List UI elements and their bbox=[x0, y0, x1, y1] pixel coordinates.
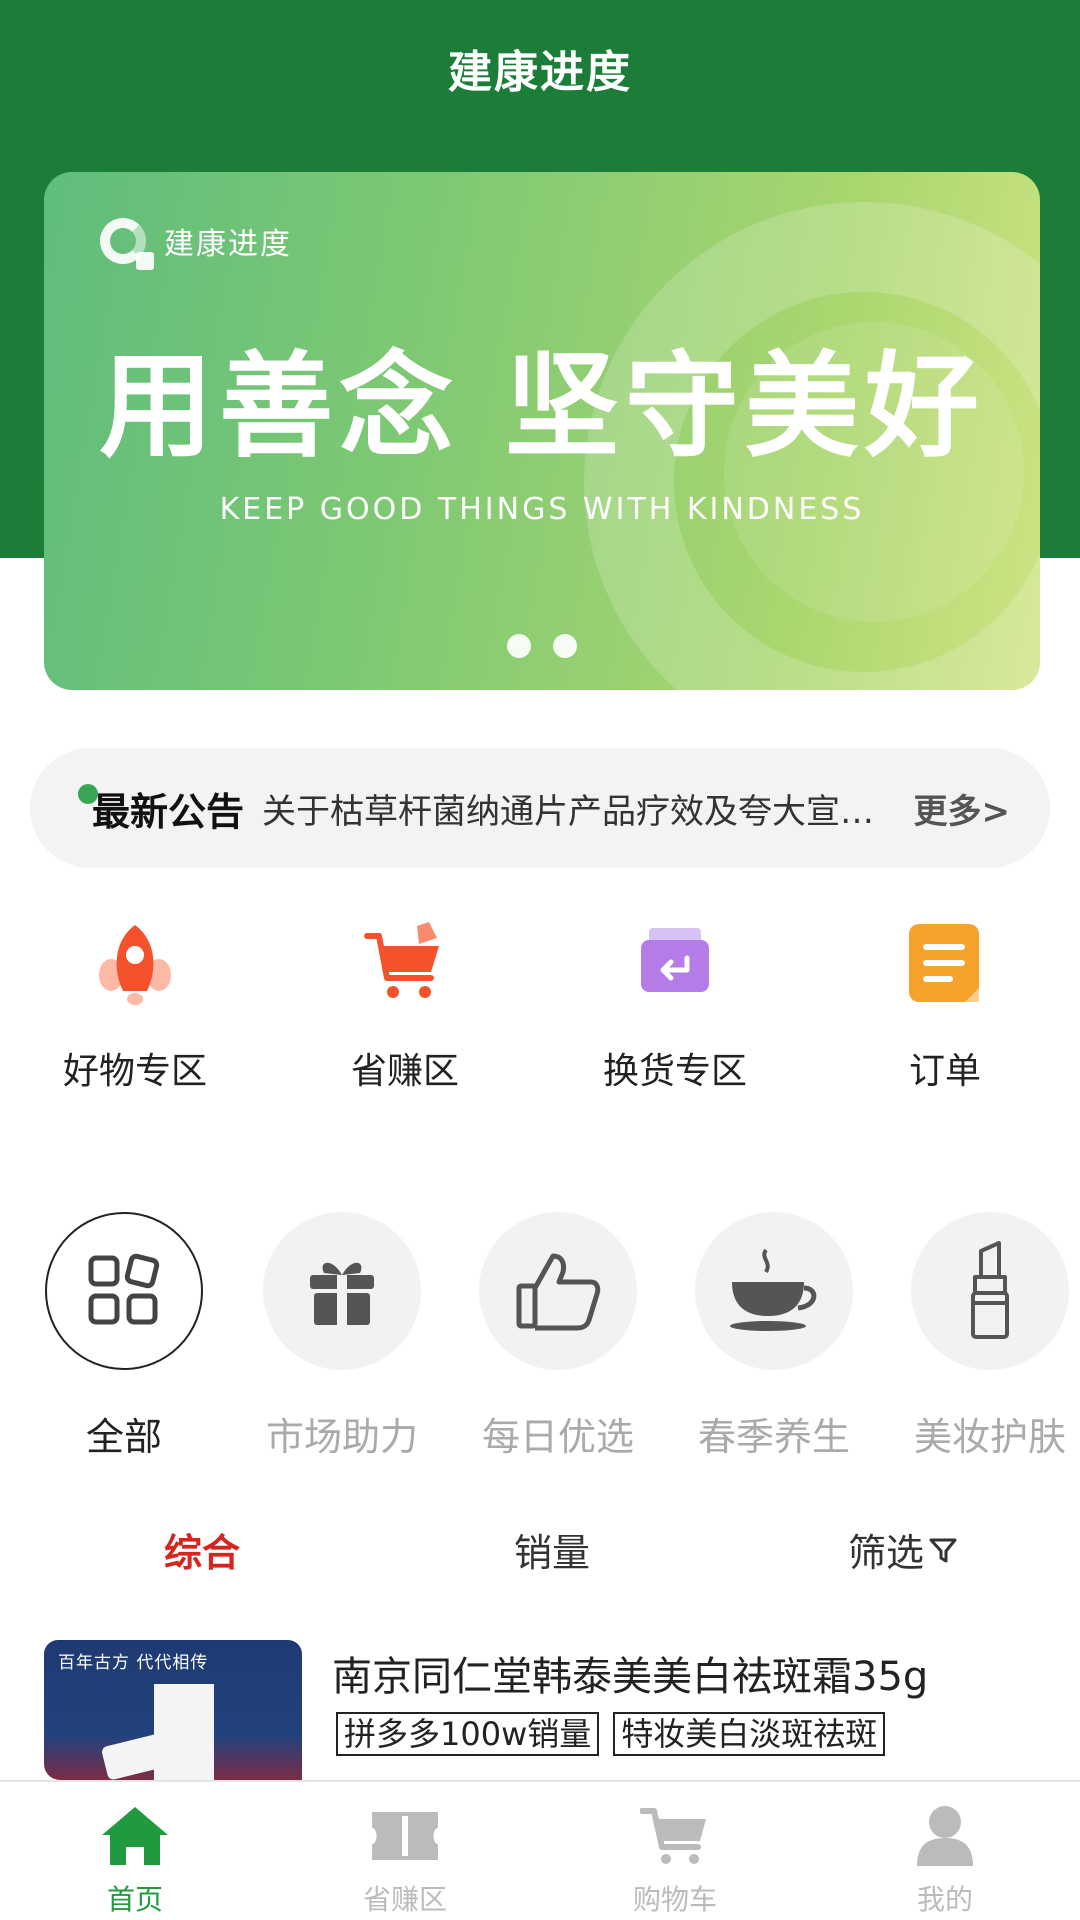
home-icon bbox=[99, 1804, 171, 1868]
category-spring-wellness[interactable]: 春季养生 bbox=[694, 1212, 854, 1461]
category-market-support[interactable]: 市场助力 bbox=[262, 1212, 422, 1461]
tab-home[interactable]: 首页 bbox=[0, 1782, 270, 1920]
product-tag: 拼多多100w销量 bbox=[336, 1712, 600, 1756]
promo-banner[interactable]: 建康进度 用善念 坚守美好 KEEP GOOD THINGS WITH KIND… bbox=[44, 172, 1040, 690]
quick-item-good-products[interactable]: 好物专区 bbox=[0, 912, 270, 1094]
banner-dot-2[interactable] bbox=[553, 634, 577, 658]
category-label: 全部 bbox=[85, 1415, 162, 1459]
notice-title: 最新公告 bbox=[92, 789, 245, 834]
quick-item-label: 换货专区 bbox=[602, 1051, 747, 1092]
rocket-icon bbox=[83, 912, 187, 1016]
shopping-cart-icon bbox=[353, 912, 457, 1016]
notice-bar[interactable]: 最新公告 关于枯草杆菌纳通片产品疗效及夸大宣传的公告 更多> bbox=[30, 748, 1050, 868]
category-label: 春季养生 bbox=[697, 1415, 850, 1459]
lipstick-icon bbox=[911, 1212, 1069, 1370]
sort-bar: 综合 销量 筛选 bbox=[0, 1522, 1080, 1578]
filter-label: 筛选 bbox=[848, 1531, 925, 1575]
tab-label: 我的 bbox=[916, 1883, 973, 1916]
grid-icon bbox=[45, 1212, 203, 1370]
exchange-box-icon bbox=[623, 912, 727, 1016]
product-image[interactable]: 百年古方 代代相传 bbox=[44, 1640, 302, 1780]
banner-subline: KEEP GOOD THINGS WITH KINDNESS bbox=[219, 492, 865, 527]
gift-icon bbox=[263, 1212, 421, 1370]
cart-icon bbox=[639, 1804, 711, 1868]
category-daily-picks[interactable]: 每日优选 bbox=[478, 1212, 638, 1461]
banner-logo: 建康进度 bbox=[100, 218, 292, 270]
notice-more-link[interactable]: 更多> bbox=[914, 784, 1011, 833]
banner-pagination bbox=[44, 634, 1040, 658]
banner-logo-text: 建康进度 bbox=[164, 227, 292, 262]
product-name[interactable]: 南京同仁堂韩泰美美白祛斑霜35g bbox=[332, 1644, 928, 1702]
category-beauty-skincare[interactable]: 美妆护肤 bbox=[910, 1212, 1070, 1461]
tab-mine[interactable]: 我的 bbox=[810, 1782, 1080, 1920]
banner-headline: 用善念 坚守美好 bbox=[99, 340, 985, 473]
tab-label: 购物车 bbox=[632, 1883, 717, 1916]
category-label: 市场助力 bbox=[265, 1415, 418, 1459]
tab-label: 首页 bbox=[106, 1883, 163, 1916]
sort-comprehensive-tab[interactable]: 综合 bbox=[164, 1522, 240, 1577]
tab-label: 省赚区 bbox=[362, 1883, 447, 1916]
funnel-icon bbox=[929, 1538, 957, 1562]
notice-text[interactable]: 关于枯草杆菌纳通片产品疗效及夸大宣传的公告 bbox=[262, 784, 901, 833]
filter-button[interactable]: 筛选 bbox=[848, 1522, 958, 1577]
category-label: 美妆护肤 bbox=[913, 1415, 1066, 1459]
ticket-icon bbox=[369, 1804, 441, 1868]
quick-item-label: 订单 bbox=[908, 1051, 981, 1092]
banner-dot-1[interactable] bbox=[507, 634, 531, 658]
brand-logo-icon bbox=[100, 218, 154, 270]
quick-item-orders[interactable]: 订单 bbox=[810, 912, 1080, 1094]
thumbs-up-icon bbox=[479, 1212, 637, 1370]
product-card[interactable]: 百年古方 代代相传 南京同仁堂韩泰美美白祛斑霜35g 拼多多100w销量 特妆美… bbox=[44, 1628, 1040, 1780]
product-image-caption: 百年古方 代代相传 bbox=[58, 1653, 209, 1673]
bottom-tab-bar: 首页 省赚区 购物车 我的 bbox=[0, 1780, 1080, 1920]
product-tag: 特妆美白淡斑祛斑 bbox=[613, 1712, 886, 1756]
quick-item-label: 好物专区 bbox=[62, 1051, 207, 1092]
product-tags: 拼多多100w销量 特妆美白淡斑祛斑 bbox=[336, 1712, 886, 1756]
home-page: 建康进度 建康进度 用善念 坚守美好 KEEP GOOD THINGS WITH… bbox=[0, 0, 1080, 1920]
sort-sales-tab[interactable]: 销量 bbox=[514, 1522, 590, 1577]
page-title: 建康进度 bbox=[448, 47, 632, 98]
quick-item-save-earn[interactable]: 省赚区 bbox=[270, 912, 540, 1094]
coffee-cup-icon bbox=[695, 1212, 853, 1370]
tab-cart[interactable]: 购物车 bbox=[540, 1782, 810, 1920]
category-scroller[interactable]: 全部 市场助力 每日优选 春季养生 美妆护肤 bbox=[0, 1212, 1080, 1472]
quick-item-label: 省赚区 bbox=[350, 1051, 459, 1092]
user-icon bbox=[909, 1804, 981, 1868]
category-all[interactable]: 全部 bbox=[44, 1212, 204, 1461]
quick-menu: 好物专区 省赚区 换货专区 订单 bbox=[0, 912, 1080, 1094]
tab-save-earn[interactable]: 省赚区 bbox=[270, 1782, 540, 1920]
notice-dot-icon bbox=[78, 784, 98, 804]
quick-item-exchange[interactable]: 换货专区 bbox=[540, 912, 810, 1094]
category-label: 每日优选 bbox=[481, 1415, 634, 1459]
document-list-icon bbox=[893, 912, 997, 1016]
